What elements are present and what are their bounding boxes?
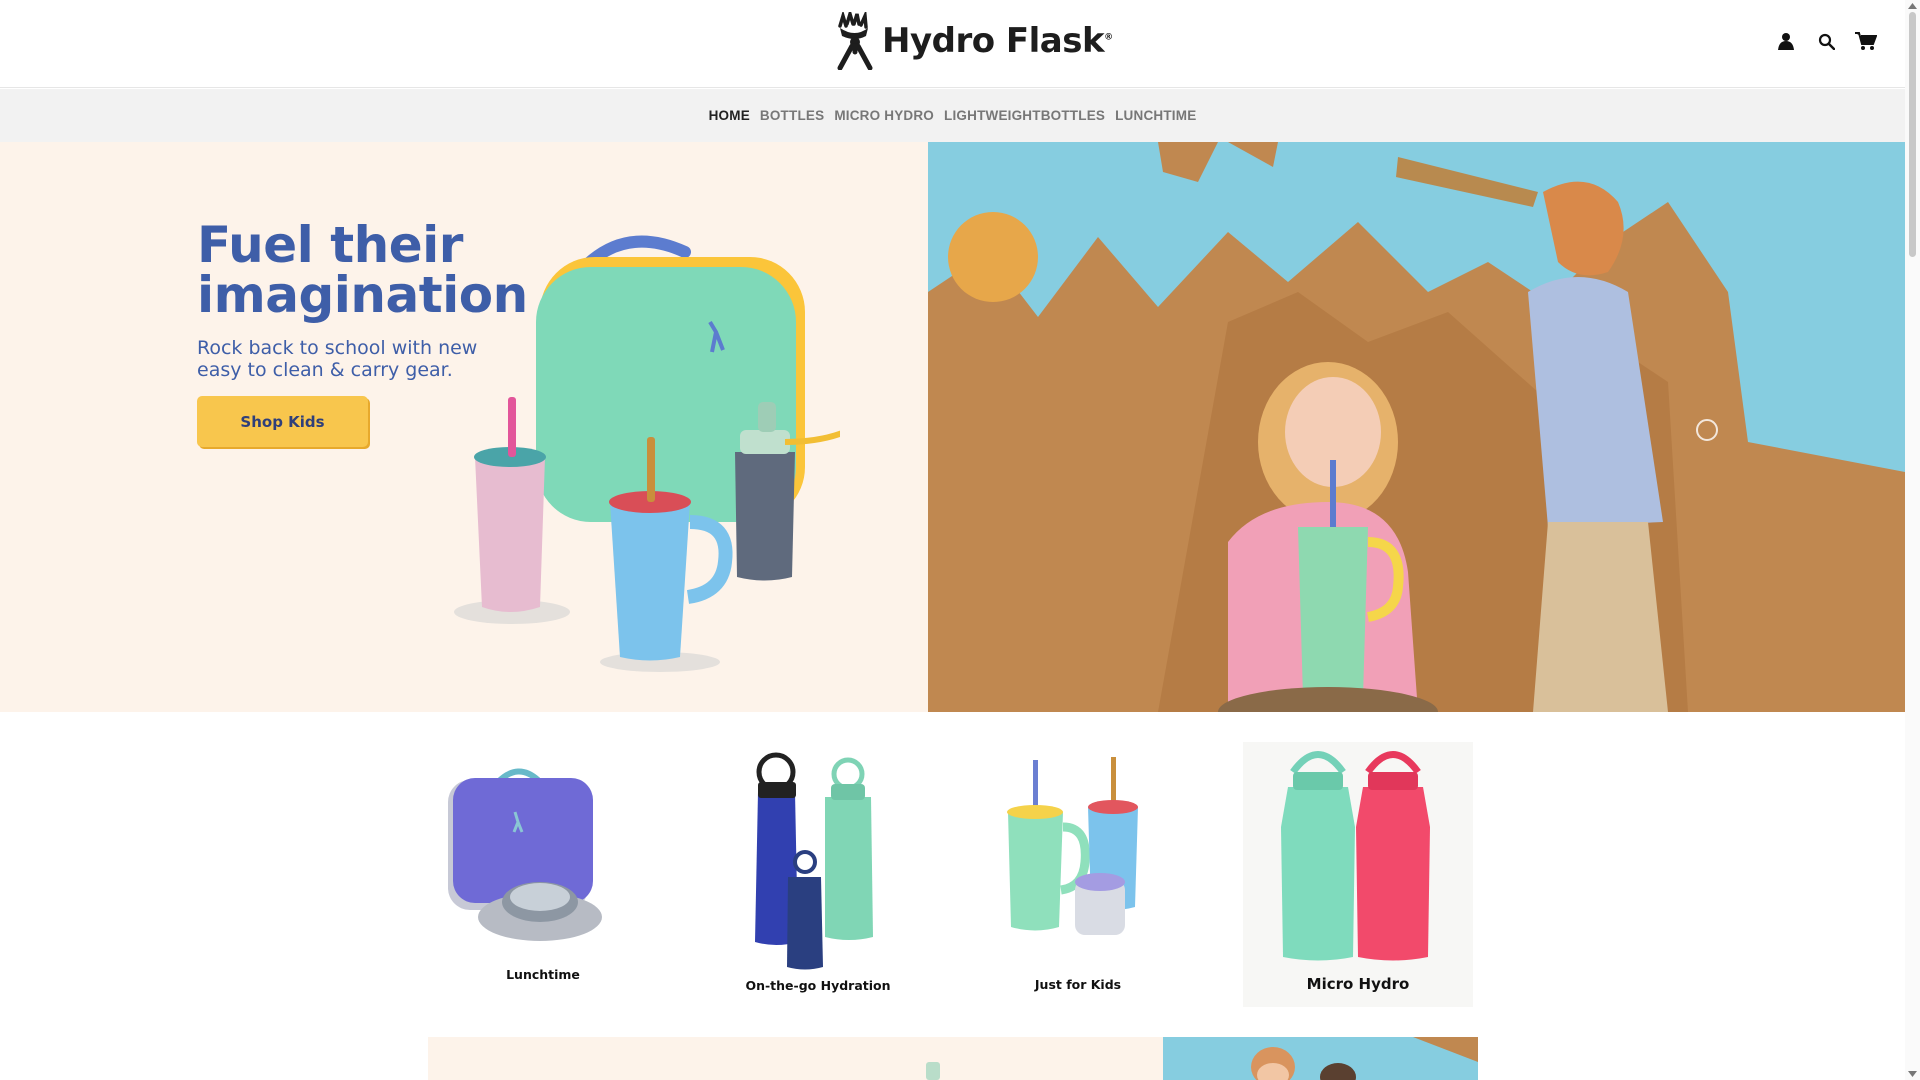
nav-item-micro-hydro[interactable]: MICRO HYDRO (834, 108, 934, 123)
scroll-up-arrow-icon[interactable] (1908, 2, 1917, 10)
category-card-just-for-kids[interactable]: Just for Kids (963, 742, 1193, 1007)
page-scrollbar[interactable] (1905, 0, 1920, 1080)
hydro-flask-hand-icon (837, 12, 873, 70)
category-row: Lunchtime On-the-go Hydration Just for K… (428, 742, 1478, 1007)
hero-banner: Fuel their imagination Rock back to scho… (0, 142, 1905, 712)
search-icon[interactable] (1815, 30, 1837, 52)
category-card-micro-hydro[interactable]: Micro Hydro (1243, 742, 1473, 1007)
secondary-banner-right (1163, 1037, 1478, 1080)
cart-icon[interactable] (1855, 30, 1877, 52)
nav-item-home[interactable]: HOME (709, 108, 750, 123)
secondary-banner-left (428, 1037, 1163, 1080)
nav-item-lightweight-bottles[interactable]: LIGHTWEIGHTBOTTLES (944, 108, 1105, 123)
hero-left-panel: Fuel their imagination Rock back to scho… (0, 142, 928, 712)
kids-playing-image (928, 142, 1905, 712)
scrollbar-thumb[interactable] (1909, 12, 1916, 257)
kids-photo-image (1251, 1037, 1478, 1080)
on-the-go-hydration-product-image (755, 752, 873, 970)
hero-right-panel (928, 142, 1905, 712)
registered-mark: ® (1104, 32, 1113, 43)
bottle-top-image (926, 1062, 940, 1080)
micro-hydro-product-image (1281, 751, 1430, 961)
category-card-on-the-go-hydration[interactable]: On-the-go Hydration (703, 742, 933, 1007)
brand-logo[interactable]: Hydro Flask® (834, 12, 1113, 70)
brand-name: Hydro Flask (882, 21, 1105, 61)
main-nav: HOME BOTTLES MICRO HYDRO LIGHTWEIGHTBOTT… (0, 89, 1905, 142)
shop-kids-button[interactable]: Shop Kids (197, 396, 368, 447)
page: Hydro Flask® HOME BOTTLES MICRO HYDRO LI… (0, 0, 1920, 1080)
nav-item-bottles[interactable]: BOTTLES (760, 108, 824, 123)
category-label-just-for-kids: Just for Kids (1034, 977, 1122, 992)
category-label-on-the-go-hydration: On-the-go Hydration (745, 978, 891, 993)
account-icon[interactable] (1775, 30, 1797, 52)
kids-products-image (454, 235, 840, 672)
category-label-lunchtime: Lunchtime (506, 967, 580, 982)
site-header: Hydro Flask® (0, 0, 1905, 88)
header-actions (1775, 30, 1877, 52)
lunchtime-product-image (448, 768, 602, 941)
category-card-lunchtime[interactable]: Lunchtime (428, 742, 658, 1007)
scroll-down-arrow-icon[interactable] (1908, 1070, 1917, 1078)
category-label-micro-hydro: Micro Hydro (1306, 975, 1410, 993)
nav-item-lunchtime[interactable]: LUNCHTIME (1115, 108, 1196, 123)
secondary-banner (428, 1037, 1478, 1080)
just-for-kids-product-image (1007, 757, 1138, 935)
